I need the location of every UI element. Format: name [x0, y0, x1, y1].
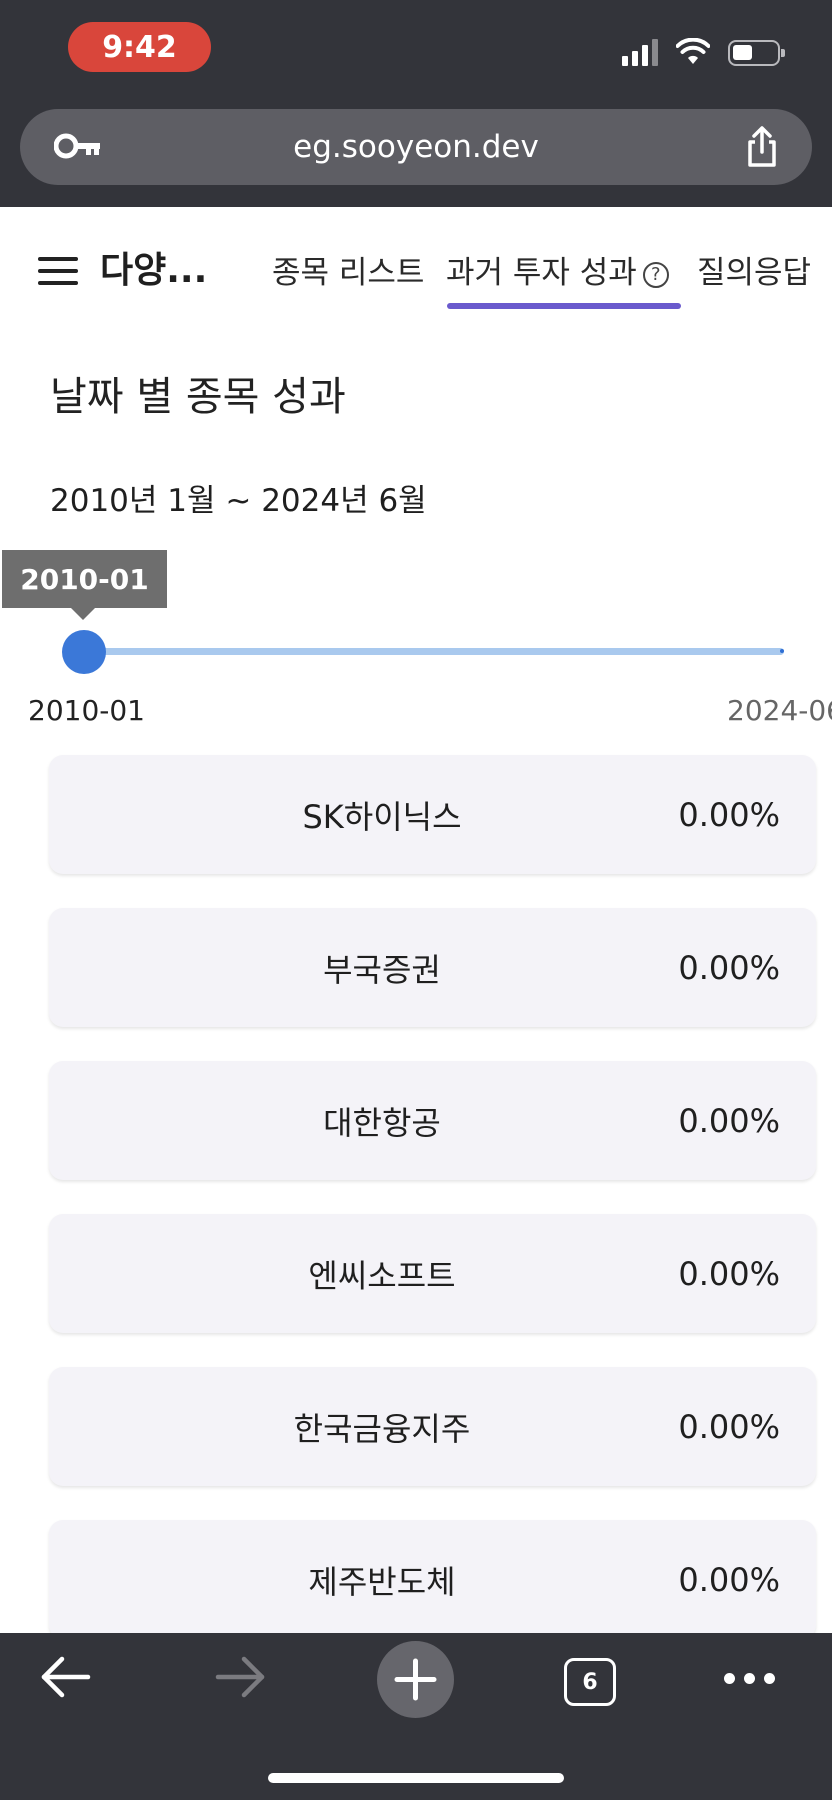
slider-tooltip: 2010-01: [2, 550, 167, 608]
date-slider-track[interactable]: [84, 648, 784, 655]
stock-name: 제주반도체: [308, 1562, 456, 1601]
list-item[interactable]: 한국금융지주 0.00%: [49, 1367, 816, 1486]
stock-performance: 0.00%: [678, 1254, 780, 1293]
url-text[interactable]: eg.sooyeon.dev: [20, 109, 812, 185]
wifi-icon: [676, 38, 710, 64]
tab-stock-list[interactable]: 종목 리스트: [272, 247, 424, 292]
tab-qa[interactable]: 질의응답: [697, 247, 811, 292]
tab-past-performance[interactable]: 과거 투자 성과?: [446, 247, 669, 292]
active-tab-indicator: [447, 303, 681, 309]
slider-min-label: 2010-01: [28, 694, 145, 727]
battery-icon: [728, 40, 785, 66]
stock-name: 엔씨소프트: [308, 1256, 456, 1295]
cellular-signal-icon: [622, 38, 658, 66]
more-options-icon[interactable]: [724, 1673, 775, 1684]
hamburger-menu-icon[interactable]: [38, 257, 78, 289]
section-title: 날짜 별 종목 성과: [50, 374, 346, 420]
stock-list: SK하이닉스 0.00% 부국증권 0.00% 대한항공 0.00% 엔씨소프트…: [49, 755, 816, 1633]
stock-performance: 0.00%: [678, 795, 780, 834]
stock-name: 한국금융지주: [293, 1409, 471, 1448]
stock-performance: 0.00%: [678, 1101, 780, 1140]
stock-performance: 0.00%: [678, 948, 780, 987]
status-time: 9:42: [68, 22, 211, 72]
address-bar[interactable]: eg.sooyeon.dev: [20, 109, 812, 185]
tab-label: 과거 투자 성과: [446, 255, 637, 291]
list-item[interactable]: 제주반도체 0.00%: [49, 1520, 816, 1633]
tab-label: 종목 리스트: [272, 255, 425, 291]
stock-performance: 0.00%: [678, 1560, 780, 1599]
date-slider-thumb[interactable]: [62, 630, 106, 674]
share-icon[interactable]: [742, 125, 782, 169]
web-page: 다양... 종목 리스트 과거 투자 성과? 질의응답 날짜 별 종목 성과 2…: [0, 207, 832, 1633]
stock-name: 대한항공: [323, 1103, 441, 1142]
list-item[interactable]: 대한항공 0.00%: [49, 1061, 816, 1180]
date-range: 2010년 1월 ~ 2024년 6월: [50, 483, 427, 519]
back-arrow-icon[interactable]: [40, 1655, 92, 1699]
list-item[interactable]: 부국증권 0.00%: [49, 908, 816, 1027]
stock-name: 부국증권: [323, 950, 441, 989]
list-item[interactable]: SK하이닉스 0.00%: [49, 755, 816, 874]
slider-track-end: [780, 649, 784, 653]
forward-arrow-icon[interactable]: [214, 1655, 266, 1699]
status-bar: 9:42: [0, 0, 832, 100]
new-tab-button[interactable]: [377, 1641, 454, 1718]
tooltip-arrow: [71, 608, 95, 620]
list-item[interactable]: 엔씨소프트 0.00%: [49, 1214, 816, 1333]
plus-icon: [394, 1658, 437, 1701]
status-icons: [622, 36, 785, 66]
tab-label: 질의응답: [697, 255, 812, 291]
app-title[interactable]: 다양...: [100, 241, 207, 293]
help-icon[interactable]: ?: [642, 262, 669, 288]
stock-performance: 0.00%: [678, 1407, 780, 1446]
stock-name: SK하이닉스: [302, 797, 462, 836]
home-indicator[interactable]: [268, 1773, 564, 1783]
tabs-count-button[interactable]: 6: [564, 1658, 616, 1706]
slider-max-label: 2024-06: [727, 694, 832, 727]
